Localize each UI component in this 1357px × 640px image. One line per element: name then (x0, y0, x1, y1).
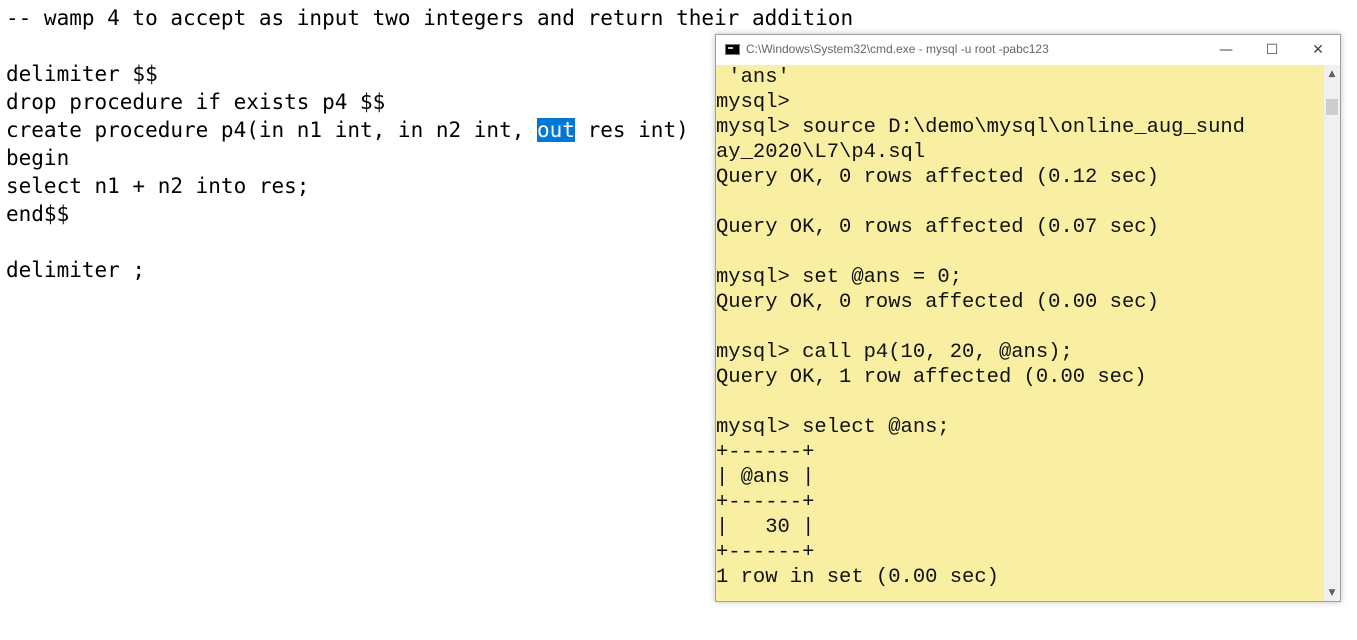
console-line: Query OK, 0 rows affected (0.07 sec) (716, 216, 1159, 239)
console-line: +------+ (716, 491, 815, 514)
console-line: mysql> source D:\demo\mysql\online_aug_s… (716, 116, 1245, 139)
code-line-text: res int) (574, 118, 689, 142)
console-line: mysql> set @ans = 0; (716, 266, 963, 289)
window-title: C:\Windows\System32\cmd.exe - mysql -u r… (746, 42, 1049, 56)
selected-text[interactable]: out (537, 118, 575, 142)
console-line: +------+ (716, 541, 815, 564)
console-line: | @ans | (716, 466, 815, 489)
console-output[interactable]: 'ans' mysql> mysql> source D:\demo\mysql… (716, 65, 1324, 601)
console-line: Query OK, 0 rows affected (0.12 sec) (716, 166, 1159, 189)
console-line: mysql> select @ans; (716, 416, 950, 439)
console-line: | 30 | (716, 516, 815, 539)
maximize-button[interactable]: ☐ (1249, 35, 1295, 65)
minimize-icon: — (1219, 42, 1233, 58)
code-line[interactable]: begin (6, 144, 69, 172)
cmd-app-icon (725, 44, 740, 55)
code-line[interactable]: end$$ (6, 200, 69, 228)
vertical-scrollbar[interactable]: ▲ ▼ (1324, 65, 1340, 601)
console-line: +------+ (716, 441, 815, 464)
console-line: mysql> call p4(10, 20, @ans); (716, 341, 1073, 364)
code-line[interactable]: create procedure p4(in n1 int, in n2 int… (6, 116, 689, 144)
code-line[interactable]: drop procedure if exists p4 $$ (6, 88, 385, 116)
close-icon: ✕ (1312, 42, 1324, 58)
window-titlebar[interactable]: C:\Windows\System32\cmd.exe - mysql -u r… (716, 35, 1340, 65)
code-line-text: create procedure p4(in n1 int, in n2 int… (6, 118, 538, 142)
scrollbar-thumb[interactable] (1326, 99, 1338, 115)
close-button[interactable]: ✕ (1295, 35, 1341, 65)
cmd-window[interactable]: C:\Windows\System32\cmd.exe - mysql -u r… (715, 34, 1341, 602)
scroll-up-button[interactable]: ▲ (1324, 65, 1340, 82)
code-line[interactable]: select n1 + n2 into res; (6, 172, 309, 200)
console-line: Query OK, 0 rows affected (0.00 sec) (716, 291, 1159, 314)
chevron-up-icon: ▲ (1328, 68, 1336, 79)
code-line[interactable]: -- wamp 4 to accept as input two integer… (6, 4, 853, 32)
code-line[interactable]: delimiter ; (6, 256, 145, 284)
code-line[interactable]: delimiter $$ (6, 60, 158, 88)
maximize-icon: ☐ (1265, 42, 1279, 58)
console-line: mysql> (716, 91, 790, 114)
console-line: Query OK, 1 row affected (0.00 sec) (716, 366, 1147, 389)
minimize-button[interactable]: — (1203, 35, 1249, 65)
chevron-down-icon: ▼ (1328, 587, 1336, 598)
console-line: 'ans' (716, 66, 790, 89)
console-line: ay_2020\L7\p4.sql (716, 141, 926, 164)
scroll-down-button[interactable]: ▼ (1324, 584, 1340, 601)
console-line: 1 row in set (0.00 sec) (716, 566, 999, 589)
